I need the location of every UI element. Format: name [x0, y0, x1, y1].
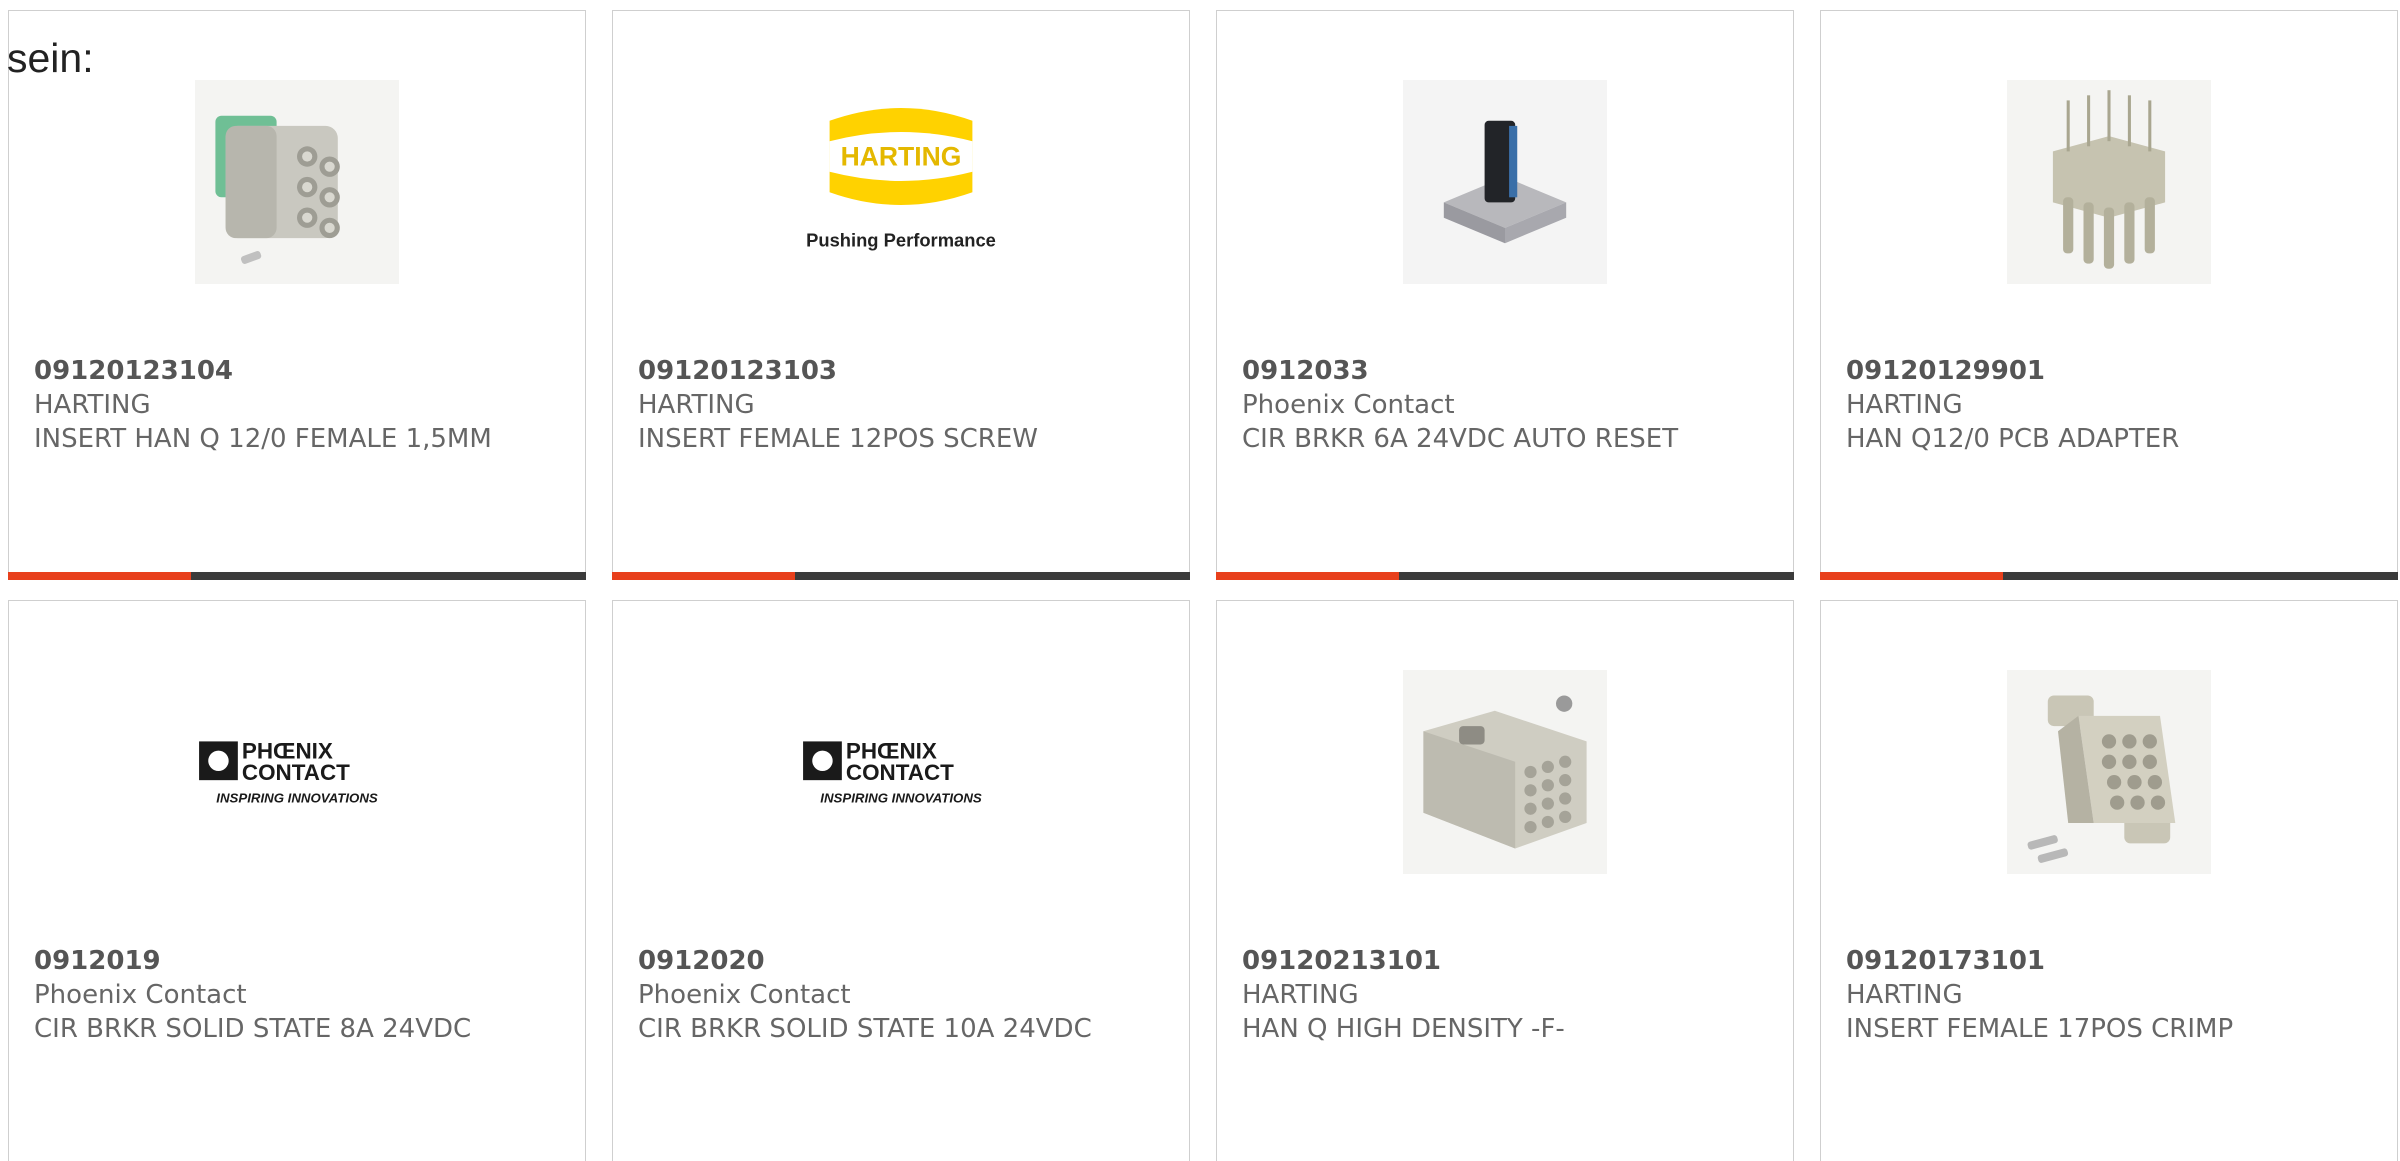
product-info: 09120129901 HARTING HAN Q12/0 PCB ADAPTE…	[1846, 354, 2377, 456]
product-image[interactable]: PHŒNIX CONTACT INSPIRING INNOVATIONS	[195, 670, 399, 874]
product-info: 09120123104 HARTING INSERT HAN Q 12/0 FE…	[34, 354, 565, 456]
crimp-insert-icon	[2007, 670, 2211, 874]
card-accent	[1216, 572, 1399, 580]
product-card[interactable]: PHŒNIX CONTACT INSPIRING INNOVATIONS 091…	[612, 600, 1190, 1161]
product-image[interactable]	[2007, 80, 2211, 284]
harting-logo: HARTING Pushing Performance	[799, 80, 1003, 284]
part-number[interactable]: 09120173101	[1846, 944, 2377, 978]
product-card[interactable]: 09120173101 HARTING INSERT FEMALE 17POS …	[1820, 600, 2398, 1161]
part-number[interactable]: 0912020	[638, 944, 1169, 978]
description: HAN Q HIGH DENSITY -F-	[1242, 1014, 1565, 1044]
phoenix-logo-line2: CONTACT	[242, 760, 350, 785]
part-number[interactable]: 09120129901	[1846, 354, 2377, 388]
part-number[interactable]: 09120213101	[1242, 944, 1773, 978]
manufacturer: HARTING	[34, 390, 151, 420]
manufacturer: Phoenix Contact	[638, 980, 851, 1010]
product-info: 09120123103 HARTING INSERT FEMALE 12POS …	[638, 354, 1169, 456]
harting-logo-text: HARTING	[841, 142, 962, 172]
product-image[interactable]	[195, 80, 399, 284]
high-density-connector-icon	[1403, 670, 1607, 874]
section-heading: sein:	[7, 35, 94, 81]
description: HAN Q12/0 PCB ADAPTER	[1846, 424, 2180, 454]
product-card[interactable]: 09120129901 HARTING HAN Q12/0 PCB ADAPTE…	[1820, 10, 2398, 580]
manufacturer: HARTING	[1242, 980, 1359, 1010]
manufacturer: HARTING	[1846, 980, 1963, 1010]
product-card[interactable]: PHŒNIX CONTACT INSPIRING INNOVATIONS 091…	[8, 600, 586, 1161]
description: CIR BRKR SOLID STATE 10A 24VDC	[638, 1014, 1092, 1044]
product-card[interactable]: 09120123104 HARTING INSERT HAN Q 12/0 FE…	[8, 10, 586, 580]
circuit-breaker-icon	[1403, 80, 1607, 284]
phoenix-contact-logo: PHŒNIX CONTACT INSPIRING INNOVATIONS	[799, 670, 1003, 874]
manufacturer: Phoenix Contact	[34, 980, 247, 1010]
phoenix-logo-tagline: INSPIRING INNOVATIONS	[820, 791, 982, 806]
product-info: 0912033 Phoenix Contact CIR BRKR 6A 24VD…	[1242, 354, 1773, 456]
description: CIR BRKR 6A 24VDC AUTO RESET	[1242, 424, 1679, 454]
part-number[interactable]: 09120123104	[34, 354, 565, 388]
card-footer-bar	[612, 572, 1190, 580]
description: INSERT FEMALE 12POS SCREW	[638, 424, 1039, 454]
product-info: 0912020 Phoenix Contact CIR BRKR SOLID S…	[638, 944, 1169, 1046]
manufacturer: Phoenix Contact	[1242, 390, 1455, 420]
pcb-adapter-icon	[2007, 80, 2211, 284]
card-footer-bar	[1216, 572, 1794, 580]
connector-insert-icon	[195, 80, 399, 284]
product-card[interactable]: 0912033 Phoenix Contact CIR BRKR 6A 24VD…	[1216, 10, 1794, 580]
product-info: 09120173101 HARTING INSERT FEMALE 17POS …	[1846, 944, 2377, 1046]
description: INSERT FEMALE 17POS CRIMP	[1846, 1014, 2234, 1044]
product-card[interactable]: HARTING Pushing Performance 09120123103 …	[612, 10, 1190, 580]
manufacturer: HARTING	[638, 390, 755, 420]
product-info: 09120213101 HARTING HAN Q HIGH DENSITY -…	[1242, 944, 1773, 1046]
product-info: 0912019 Phoenix Contact CIR BRKR SOLID S…	[34, 944, 565, 1046]
description: CIR BRKR SOLID STATE 8A 24VDC	[34, 1014, 472, 1044]
product-card[interactable]: 09120213101 HARTING HAN Q HIGH DENSITY -…	[1216, 600, 1794, 1161]
phoenix-logo-line2: CONTACT	[846, 760, 954, 785]
part-number[interactable]: 09120123103	[638, 354, 1169, 388]
card-accent	[8, 572, 191, 580]
product-image[interactable]	[2007, 670, 2211, 874]
card-footer-bar	[1820, 572, 2398, 580]
part-number[interactable]: 0912019	[34, 944, 565, 978]
description: INSERT HAN Q 12/0 FEMALE 1,5MM	[34, 424, 492, 454]
card-accent	[1820, 572, 2003, 580]
manufacturer: HARTING	[1846, 390, 1963, 420]
phoenix-logo-tagline: INSPIRING INNOVATIONS	[216, 791, 378, 806]
product-image[interactable]: HARTING Pushing Performance	[799, 80, 1003, 284]
part-number[interactable]: 0912033	[1242, 354, 1773, 388]
product-image[interactable]	[1403, 80, 1607, 284]
card-accent	[612, 572, 795, 580]
product-image[interactable]	[1403, 670, 1607, 874]
harting-logo-tagline: Pushing Performance	[806, 229, 996, 250]
card-footer-bar	[8, 572, 586, 580]
product-image[interactable]: PHŒNIX CONTACT INSPIRING INNOVATIONS	[799, 670, 1003, 874]
phoenix-contact-logo: PHŒNIX CONTACT INSPIRING INNOVATIONS	[195, 670, 399, 874]
